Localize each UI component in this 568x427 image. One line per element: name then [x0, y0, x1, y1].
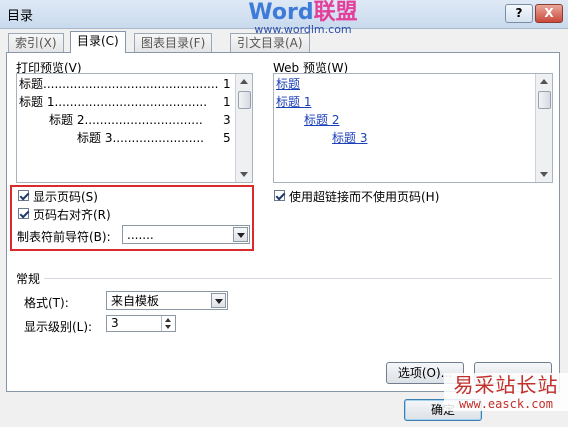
general-divider: [44, 278, 552, 279]
use-hyperlinks-checkbox[interactable]: [274, 190, 285, 201]
tab-leader-label: 制表符前导符(B):: [17, 230, 111, 244]
print-line-3-page: 3: [223, 113, 231, 127]
web-link-3[interactable]: 标题 2: [304, 112, 339, 128]
scroll-down-icon[interactable]: [540, 172, 548, 177]
stepper-buttons[interactable]: [161, 316, 175, 331]
stepper-down-icon[interactable]: [165, 325, 171, 329]
tab-leader-value: .......: [127, 228, 154, 242]
watermark-bottom-url: www.easck.com: [459, 397, 553, 411]
web-preview-box: 标题 标题 1 标题 2 标题 3: [273, 73, 553, 183]
tab-index[interactable]: 索引(X): [8, 33, 64, 52]
watermark-bottom: 易采站长站 www.easck.com: [444, 373, 568, 411]
stepper-up-icon[interactable]: [165, 318, 171, 322]
watermark-logo: Word联盟 www.wordlm.com: [233, 2, 373, 36]
close-button[interactable]: X: [535, 4, 563, 23]
print-line-1: 标题......................................…: [19, 77, 219, 91]
web-link-4[interactable]: 标题 3: [332, 130, 367, 146]
tab-toc[interactable]: 目录(C): [70, 31, 126, 53]
watermark-bottom-cn: 易采站长站: [453, 373, 559, 397]
scroll-down-icon[interactable]: [240, 172, 248, 177]
print-line-2: 标题 1....................................…: [19, 95, 208, 109]
levels-stepper[interactable]: 3: [106, 315, 176, 332]
use-hyperlinks-label[interactable]: 使用超链接而不使用页码(H): [289, 188, 439, 205]
web-link-2[interactable]: 标题 1: [276, 94, 311, 110]
format-label: 格式(T):: [24, 296, 69, 310]
general-header: 常规: [16, 272, 41, 286]
print-line-1-page: 1: [223, 77, 231, 91]
print-line-4-page: 5: [223, 131, 231, 145]
window-title: 目录: [7, 9, 34, 24]
format-value: 来自模板: [111, 294, 160, 308]
show-page-numbers-label[interactable]: 显示页码(S): [33, 188, 98, 205]
right-align-label[interactable]: 页码右对齐(R): [33, 206, 111, 223]
watermark-brand-a: Word: [248, 0, 314, 25]
chevron-down-icon[interactable]: [233, 227, 248, 242]
scroll-up-icon[interactable]: [540, 79, 548, 84]
tab-figures[interactable]: 图表目录(F): [134, 33, 213, 52]
tab-leader-select[interactable]: .......: [122, 225, 250, 244]
scroll-thumb[interactable]: [538, 91, 551, 109]
right-align-checkbox[interactable]: [18, 208, 29, 219]
web-preview-scrollbar[interactable]: [535, 74, 552, 182]
print-line-4: 标题 3........................: [77, 131, 204, 145]
web-link-1[interactable]: 标题: [276, 76, 300, 92]
print-preview-box: 标题......................................…: [16, 73, 253, 183]
print-line-3: 标题 2...............................: [49, 113, 203, 127]
show-page-numbers-checkbox[interactable]: [18, 190, 29, 201]
toc-dialog: 目录 ? X Word联盟 www.wordlm.com 索引(X) 目录(C)…: [0, 0, 568, 427]
format-select[interactable]: 来自模板: [106, 291, 228, 310]
tab-authorities[interactable]: 引文目录(A): [230, 33, 310, 52]
chevron-down-icon[interactable]: [211, 293, 226, 308]
print-line-2-page: 1: [223, 95, 231, 109]
scroll-thumb[interactable]: [238, 91, 251, 109]
levels-label: 显示级别(L):: [24, 320, 93, 334]
scroll-up-icon[interactable]: [240, 79, 248, 84]
levels-value: 3: [111, 316, 119, 330]
print-preview-scrollbar[interactable]: [235, 74, 252, 182]
watermark-brand-b: 联盟: [313, 0, 358, 25]
help-button[interactable]: ?: [505, 4, 533, 23]
